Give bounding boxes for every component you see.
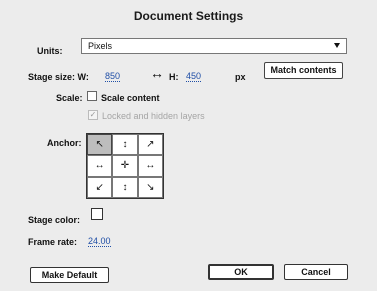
dialog-title: Document Settings [133,9,244,23]
stage-size-text: Stage size: [28,72,76,82]
anchor-middle-right-icon[interactable]: ↔ [137,155,163,177]
frame-rate-label: Frame rate: [28,237,78,247]
units-select[interactable]: Pixels [81,38,347,54]
unit-label: px [235,72,246,82]
stage-color-label: Stage color: [28,215,81,225]
locked-hidden-layers-checkbox: ✓ [88,110,98,120]
anchor-top-center-icon[interactable]: ↕ [112,134,138,156]
anchor-top-right-icon[interactable]: ↗ [137,134,163,156]
anchor-bottom-right-icon[interactable]: ↘ [137,176,163,198]
match-contents-button[interactable]: Match contents [264,62,343,79]
stage-color-swatch[interactable] [91,208,103,220]
scale-content-checkbox[interactable] [87,91,97,101]
make-default-button[interactable]: Make Default [30,267,109,283]
frame-rate-input[interactable]: 24.00 [88,236,111,247]
stage-width-input[interactable]: 850 [105,71,121,82]
anchor-bottom-left-icon[interactable]: ↙ [87,176,113,198]
units-label: Units: [37,46,63,56]
anchor-center-icon[interactable]: ✛ [112,155,138,177]
stage-size-label: Stage size: W: [28,72,89,82]
scale-content-label: Scale content [101,93,160,103]
anchor-bottom-center-icon[interactable]: ↕ [112,176,138,198]
units-selected-value: Pixels [88,41,113,51]
height-label: H: [169,72,179,82]
scale-label: Scale: [56,93,83,103]
cancel-button[interactable]: Cancel [284,264,348,280]
ok-button[interactable]: OK [208,264,274,280]
locked-hidden-layers-label: Locked and hidden layers [102,111,205,121]
anchor-middle-left-icon[interactable]: ↔ [87,155,113,177]
anchor-top-left-icon[interactable]: ↖ [87,134,113,156]
anchor-label: Anchor: [47,138,82,148]
stage-height-input[interactable]: 450 [186,71,202,82]
anchor-grid: ↖ ↕ ↗ ↔ ✛ ↔ ↙ ↕ ↘ [86,133,164,199]
chevron-down-icon [334,43,340,48]
link-dimensions-icon[interactable]: ↔ [150,66,164,80]
width-label: W: [77,72,89,82]
